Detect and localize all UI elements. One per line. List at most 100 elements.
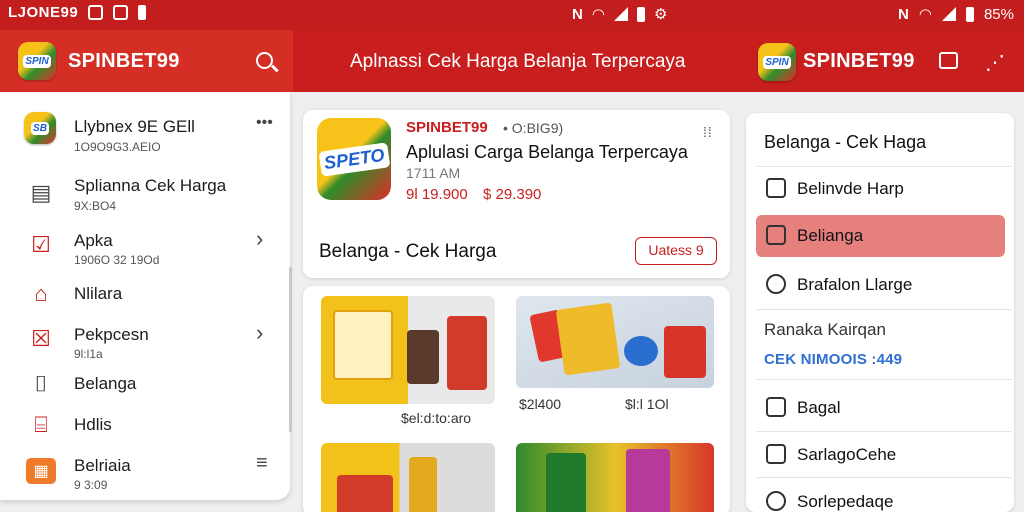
update-button[interactable]: Uatess 9	[635, 237, 717, 265]
settings-icon: ⚙	[653, 6, 668, 23]
share-icon[interactable]: ⋰	[985, 50, 1005, 75]
app-bar-left-section: SPIN SPINBET99	[0, 30, 293, 92]
drawer-item[interactable]: ⌸ Hdlis	[0, 412, 290, 442]
product-price: $el:d:to:aro	[401, 410, 472, 426]
edit-icon	[766, 225, 786, 245]
drawer-item-title: Belriaia	[74, 456, 131, 475]
drawer-item-subtitle: 9 3:09	[74, 478, 108, 492]
panel-item-label: Belianga	[797, 226, 864, 245]
image-icon	[113, 5, 129, 20]
panel-item[interactable]: Brafalon Llarge	[756, 264, 1005, 306]
product-price: $l:l 1Ol	[625, 396, 669, 412]
product-tile[interactable]	[321, 296, 495, 404]
panel-item-label: Sorlepedaqe	[797, 492, 894, 511]
app-brand-left: SPINBET99	[68, 50, 180, 72]
search-icon[interactable]	[256, 52, 273, 69]
heart-icon	[766, 491, 786, 511]
wifi-icon: ◠	[591, 6, 605, 23]
side-drawer: SB Llybnex 9E GEll 1O9O9G3.AEIO ••• ▤ Sp…	[0, 92, 292, 500]
product-image	[337, 475, 393, 512]
divider	[756, 477, 1012, 478]
drawer-item[interactable]: ▤ Splianna Cek Harga 9X:BO4	[0, 174, 290, 218]
wallet-icon: ▤	[30, 180, 52, 205]
section-link[interactable]: CEK NIMOOIS :449	[764, 351, 902, 368]
more-options-icon[interactable]: •••	[256, 114, 273, 132]
battery-percent: 85%	[983, 5, 1014, 23]
drawer-item-title: Belanga	[74, 374, 137, 393]
shirt-icon: ⌂	[34, 281, 48, 306]
status-bar: LJONE99 N ◠ ⚙ N ◠ 85%	[0, 0, 1024, 30]
app-logo-icon[interactable]: SPIN	[18, 42, 56, 80]
panel-item-label: Brafalon Llarge	[797, 275, 913, 294]
right-panel: Belanga - Cek Haga Belinvde Harp Beliang…	[746, 113, 1014, 512]
chevron-right-icon[interactable]: ›	[256, 320, 263, 346]
drawer-app-logo-icon: SB	[24, 112, 56, 144]
product-image	[407, 330, 439, 384]
tag-icon	[766, 444, 786, 464]
product-image	[409, 457, 437, 512]
panel-item[interactable]: Sorlepedaqe	[756, 481, 1005, 512]
folder-icon	[766, 397, 786, 417]
app-logo-large-icon: SPETO	[317, 118, 391, 200]
divider	[756, 166, 1012, 167]
product-tile[interactable]	[516, 443, 714, 512]
card-title: Aplulasi Carga Belanga Terpercaya	[406, 142, 688, 162]
divider	[756, 379, 1012, 380]
product-grid: $el:d:to:aro $2l400 $l:l 1Ol	[303, 286, 730, 512]
chevron-right-icon[interactable]: ›	[256, 226, 263, 252]
drawer-item-title: Splianna Cek Harga	[74, 176, 227, 195]
drawer-item-title: Nlilara	[74, 284, 123, 303]
panel-item[interactable]: Belinvde Harp	[756, 168, 1005, 210]
app-logo-icon-right[interactable]: SPIN	[758, 43, 796, 81]
price-old: 9l 19.900	[406, 186, 468, 203]
bag-icon: ⌸	[34, 412, 48, 437]
checkbox-icon: ☒	[31, 326, 51, 351]
drawer-item-title: Hdlis	[74, 415, 112, 434]
drawer-item[interactable]: ⌷ Belanga	[0, 371, 290, 401]
panel-header: Belanga - Cek Haga	[764, 132, 927, 152]
signal-icon-2	[941, 7, 956, 21]
panel-item-active[interactable]: Belianga	[756, 215, 1005, 257]
product-price: $2l400	[519, 396, 562, 412]
drawer-scrollbar[interactable]	[289, 267, 292, 432]
drawer-item[interactable]: SB Llybnex 9E GEll 1O9O9G3.AEIO •••	[0, 110, 290, 160]
panel-item[interactable]: Bagal	[756, 387, 1005, 429]
panel-item-label: SarlagoCehe	[797, 445, 897, 464]
section-heading: Ranaka Kairqan	[764, 320, 886, 339]
drawer-item[interactable]: ☑ Apka 1906O 32 19Od ›	[0, 226, 290, 272]
product-image	[624, 336, 658, 366]
product-image	[546, 453, 586, 512]
product-tile[interactable]	[321, 443, 495, 512]
search-icon	[766, 274, 786, 294]
battery-icon-2	[965, 6, 974, 22]
drawer-item[interactable]: ⌂ Nlilara	[0, 281, 290, 311]
more-options-icon[interactable]: ⁞⁞	[703, 124, 713, 140]
divider	[756, 309, 1012, 310]
drawer-item[interactable]: ▦ Belriaia 9 3:09 ≡	[0, 452, 290, 498]
product-image	[555, 302, 621, 376]
panel-item-label: Bagal	[797, 398, 841, 417]
drawer-item-subtitle: 1O9O9G3.AEIO	[74, 140, 161, 154]
card-time: 1711 AM	[406, 165, 461, 181]
notification-icon	[88, 5, 104, 20]
card-brand: SPINBET99	[406, 119, 488, 136]
panel-item[interactable]: SarlagoCehe	[756, 434, 1005, 476]
mute-icon: N	[572, 5, 583, 23]
bookmark-icon	[766, 178, 786, 198]
chat-icon[interactable]	[939, 52, 958, 69]
drawer-item[interactable]: ☒ Pekpcesn 9l:l1a ›	[0, 320, 290, 366]
product-image	[664, 326, 706, 378]
price-new: $ 29.390	[483, 186, 542, 203]
store-icon: ▦	[26, 458, 56, 484]
drawer-item-title: Llybnex 9E GEll	[74, 117, 195, 136]
product-image	[447, 316, 487, 390]
status-left-text: LJONE99	[8, 4, 79, 21]
page-title: Aplnassi Cek Harga Belanja Terpercaya	[350, 51, 686, 72]
signal-icon	[613, 7, 628, 21]
app-brand-right: SPINBET99	[803, 50, 915, 72]
menu-icon[interactable]: ≡	[256, 452, 268, 475]
drawer-item-subtitle: 1906O 32 19Od	[74, 253, 160, 267]
product-tile[interactable]	[516, 296, 714, 388]
drawer-item-title: Pekpcesn	[74, 325, 149, 344]
panel-item-label: Belinvde Harp	[797, 179, 904, 198]
